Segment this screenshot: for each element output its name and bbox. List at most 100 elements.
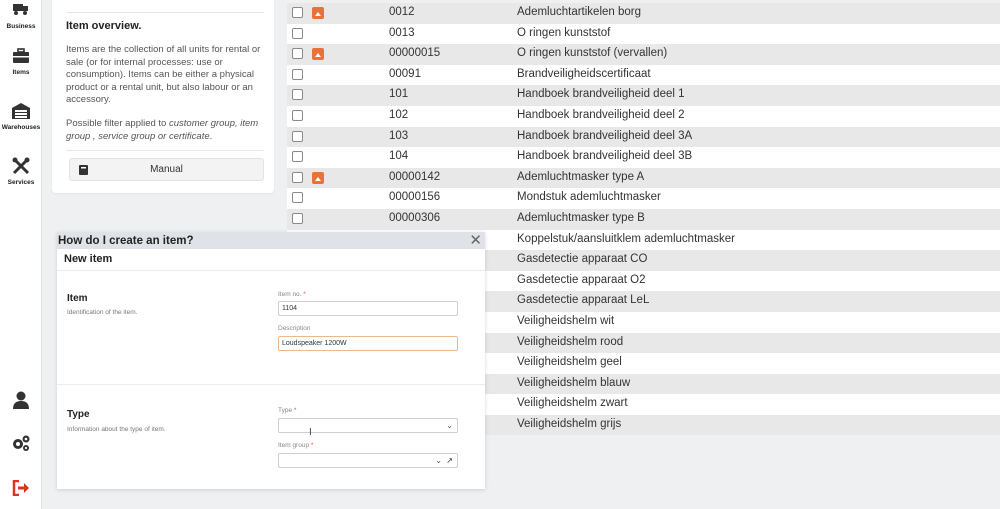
sidebar-item-services[interactable]: Services [0, 156, 42, 186]
type-section-desc: Information about the type of item. [67, 426, 166, 433]
open-external-icon[interactable]: ↗ [446, 454, 453, 467]
row-checkbox[interactable] [292, 130, 303, 142]
item-description: Ademluchtmasker type B [517, 211, 645, 224]
required-mark: * [303, 291, 306, 298]
item-description: O ringen kunststof (vervallen) [517, 47, 668, 60]
type-label-text: Type [278, 407, 293, 414]
item-number: 00000306 [389, 211, 441, 224]
item-no-label-text: Item no. [278, 291, 302, 298]
logout-icon [11, 478, 31, 498]
item-description: Gasdetectie apparaat O2 [517, 273, 646, 286]
item-group-select[interactable]: ⌄ ↗ [278, 453, 458, 468]
item-number: 0012 [389, 6, 415, 18]
sidebar-item-label: Warehouses [1, 124, 41, 131]
row-checkbox[interactable] [292, 7, 303, 18]
divider [66, 12, 264, 13]
divider [57, 270, 485, 271]
item-section-title: Item [67, 293, 88, 304]
sidebar-profile[interactable] [0, 390, 42, 410]
table-row[interactable]: 00000156 Mondstuk ademluchtmasker [287, 188, 1000, 209]
row-checkbox[interactable] [292, 48, 303, 60]
type-select[interactable]: ⌄ [278, 418, 458, 433]
sidebar-item-items[interactable]: Items [0, 46, 42, 76]
item-description: Gasdetectie apparaat LeL [517, 294, 650, 307]
settings-cogs-icon [11, 433, 31, 453]
sidebar-item-label: Business [6, 23, 36, 30]
row-checkbox[interactable] [292, 151, 303, 163]
item-number: 101 [389, 88, 409, 101]
item-description: Veiligheidshelm rood [517, 335, 624, 348]
item-overview-card: Item overview. Items are the collection … [52, 0, 274, 193]
row-checkbox[interactable] [292, 192, 303, 204]
description-field[interactable]: Loudspeaker 1200W [278, 336, 458, 351]
item-no-label: Item no. * [278, 291, 306, 298]
type-section-title: Type [67, 409, 90, 420]
required-mark: * [293, 407, 297, 414]
item-description: O ringen kunststof [517, 26, 611, 39]
row-checkbox[interactable] [292, 109, 303, 121]
item-group-label-text: Item group [278, 442, 310, 449]
table-row[interactable]: 00000015 O ringen kunststof (vervallen) [287, 44, 1000, 65]
form-title: New item [64, 253, 113, 265]
item-group-label: Item group * [278, 442, 313, 449]
item-description: Veiligheidshelm blauw [517, 376, 631, 389]
filter-suffix: . [209, 130, 213, 142]
description-label: Description [278, 325, 311, 332]
card-title: Item overview. [66, 20, 142, 32]
item-description: Handboek brandveiligheid deel 1 [517, 88, 685, 101]
item-section-desc: Identification of the item. [67, 309, 138, 316]
item-description: Handboek brandveiligheid deel 3A [517, 129, 693, 142]
table-row[interactable]: 102 Handboek brandveiligheid deel 2 [287, 105, 1000, 127]
item-description: Veiligheidshelm grijs [517, 417, 622, 430]
table-row[interactable]: 0013 O ringen kunststof [287, 23, 1000, 45]
item-number: 103 [389, 129, 409, 142]
sidebar-item-warehouses[interactable]: Warehouses [0, 101, 42, 131]
sidebar-settings[interactable] [0, 433, 42, 453]
sidebar-logout[interactable] [0, 478, 42, 498]
card-description: Items are the collection of all units fo… [66, 44, 261, 105]
text-cursor-icon: I [309, 427, 312, 438]
image-icon[interactable] [312, 48, 324, 61]
row-checkbox[interactable] [292, 171, 303, 183]
manual-button-label: Manual [150, 164, 183, 175]
item-description: Mondstuk ademluchtmasker [517, 191, 661, 204]
image-icon[interactable] [312, 171, 324, 184]
item-description: Handboek brandveiligheid deel 3B [517, 150, 693, 163]
close-icon[interactable]: ✕ [469, 233, 482, 248]
toolbox-icon [11, 46, 31, 66]
help-dialog: How do I create an item? ✕ New item Item… [57, 232, 485, 489]
item-number: 102 [389, 108, 409, 121]
dialog-header: How do I create an item? [57, 232, 485, 249]
sidebar-item-label: Services [7, 179, 35, 186]
row-checkbox[interactable] [292, 89, 303, 101]
truck-icon [11, 0, 31, 20]
table-row[interactable]: 0012 Ademluchtartikelen borg [287, 3, 1000, 24]
item-description: Veiligheidshelm zwart [517, 397, 628, 410]
type-label: Type * [278, 407, 296, 414]
item-description: Koppelstuk/aansluitklem ademluchtmasker [517, 232, 735, 245]
item-number: 00000156 [389, 191, 441, 204]
row-checkbox[interactable] [292, 68, 303, 80]
card-filter-note: Possible filter applied to customer grou… [66, 118, 262, 143]
table-row[interactable]: 101 Handboek brandveiligheid deel 1 [287, 85, 1000, 106]
item-no-field[interactable]: 1104 [278, 301, 458, 316]
item-description: Gasdetectie apparaat CO [517, 253, 648, 266]
item-description: Handboek brandveiligheid deel 2 [517, 108, 685, 121]
dialog-title: How do I create an item? [58, 234, 194, 247]
item-description: Brandveiligheidscertificaat [517, 67, 651, 80]
item-number: 00091 [389, 67, 421, 80]
table-row[interactable]: 00000306 Ademluchtmasker type B [287, 208, 1000, 230]
sidebar-item-business[interactable]: Business [0, 0, 42, 30]
row-checkbox[interactable] [292, 27, 303, 39]
table-row[interactable]: 104 Handboek brandveiligheid deel 3B [287, 147, 1000, 168]
table-row[interactable]: 103 Handboek brandveiligheid deel 3A [287, 126, 1000, 148]
item-number: 00000015 [389, 47, 441, 60]
table-row[interactable]: 00000142 Ademluchtmasker type A [287, 167, 1000, 189]
table-row[interactable]: 00091 Brandveiligheidscertificaat [287, 64, 1000, 86]
image-icon[interactable] [312, 7, 324, 19]
item-description: Ademluchtartikelen borg [517, 6, 642, 18]
manual-button[interactable]: Manual [69, 158, 264, 181]
row-checkbox[interactable] [292, 212, 303, 224]
warehouse-icon [11, 101, 31, 121]
divider [57, 384, 485, 385]
